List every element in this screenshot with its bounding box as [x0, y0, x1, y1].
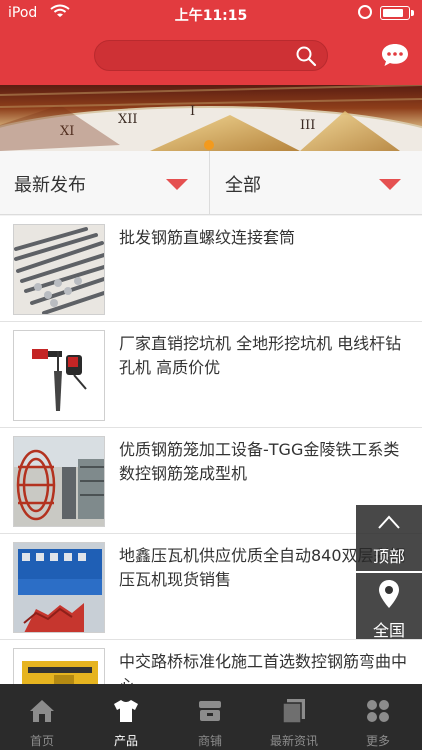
product-thumbnail — [13, 436, 105, 527]
orientation-lock-icon — [358, 5, 372, 19]
shirt-icon — [114, 700, 138, 722]
back-to-top-label: 顶部 — [372, 547, 405, 566]
header-bar: iPod 上午11:15 — [0, 0, 422, 85]
home-icon — [30, 700, 54, 722]
product-title: 优质钢筋笼加工设备-TGG金陵铁工系类数控钢筋笼成型机 — [119, 440, 400, 483]
more-icon — [367, 700, 389, 722]
tab-label: 商铺 — [197, 734, 222, 748]
location-button[interactable]: 全国 — [356, 573, 422, 640]
tab-more[interactable]: 更多 — [336, 684, 420, 750]
location-pin-icon — [379, 580, 399, 608]
list-item[interactable]: 批发钢筋直螺纹连接套筒 — [0, 216, 422, 322]
tab-home[interactable]: 首页 — [0, 684, 84, 750]
battery-icon — [380, 6, 410, 20]
chevron-up-icon — [378, 515, 400, 529]
sort-dropdown[interactable]: 最新发布 — [0, 151, 210, 215]
list-item[interactable]: 厂家直销挖坑机 全地形挖坑机 电线杆钻孔机 高质价优 — [0, 322, 422, 428]
tab-label: 更多 — [365, 734, 390, 748]
shop-icon — [199, 701, 221, 721]
back-to-top-button[interactable]: 顶部 — [356, 505, 422, 571]
sort-label: 最新发布 — [14, 175, 86, 196]
category-label: 全部 — [225, 175, 261, 196]
product-thumbnail — [13, 224, 105, 315]
battery-tip — [411, 10, 414, 16]
svg-text:XII: XII — [118, 112, 138, 127]
product-thumbnail — [13, 542, 105, 633]
status-bar: iPod 上午11:15 — [0, 0, 422, 26]
product-title: 批发钢筋直螺纹连接套筒 — [119, 228, 296, 247]
tab-news[interactable]: 最新资讯 — [252, 684, 336, 750]
banner-indicator-dot[interactable] — [204, 140, 214, 150]
caret-down-icon — [379, 179, 401, 190]
product-thumbnail — [13, 648, 105, 684]
search-box[interactable] — [94, 40, 328, 71]
bottom-tab-bar: 首页 产品 商铺 最新资讯 更多 — [0, 684, 422, 750]
tab-label: 首页 — [29, 734, 54, 748]
tab-label: 产品 — [113, 734, 138, 748]
svg-text:III: III — [300, 118, 315, 133]
product-thumbnail — [13, 330, 105, 421]
tab-shops[interactable]: 商铺 — [168, 684, 252, 750]
caret-down-icon — [166, 179, 188, 190]
category-dropdown[interactable]: 全部 — [211, 151, 422, 215]
tab-products[interactable]: 产品 — [84, 684, 168, 750]
svg-text:I: I — [190, 104, 195, 119]
list-item[interactable]: 中交路桥标准化施工首选数控钢筋弯曲中心 — [0, 640, 422, 684]
location-label: 全国 — [372, 621, 405, 640]
news-icon — [282, 699, 305, 724]
chat-icon[interactable] — [380, 42, 410, 68]
product-title: 中交路桥标准化施工首选数控钢筋弯曲中心 — [119, 652, 408, 684]
tab-label: 最新资讯 — [269, 734, 318, 748]
product-title: 厂家直销挖坑机 全地形挖坑机 电线杆钻孔机 高质价优 — [119, 334, 402, 377]
search-icon[interactable] — [295, 45, 317, 67]
filter-bar: 最新发布 全部 — [0, 151, 422, 215]
search-input[interactable] — [107, 45, 287, 67]
